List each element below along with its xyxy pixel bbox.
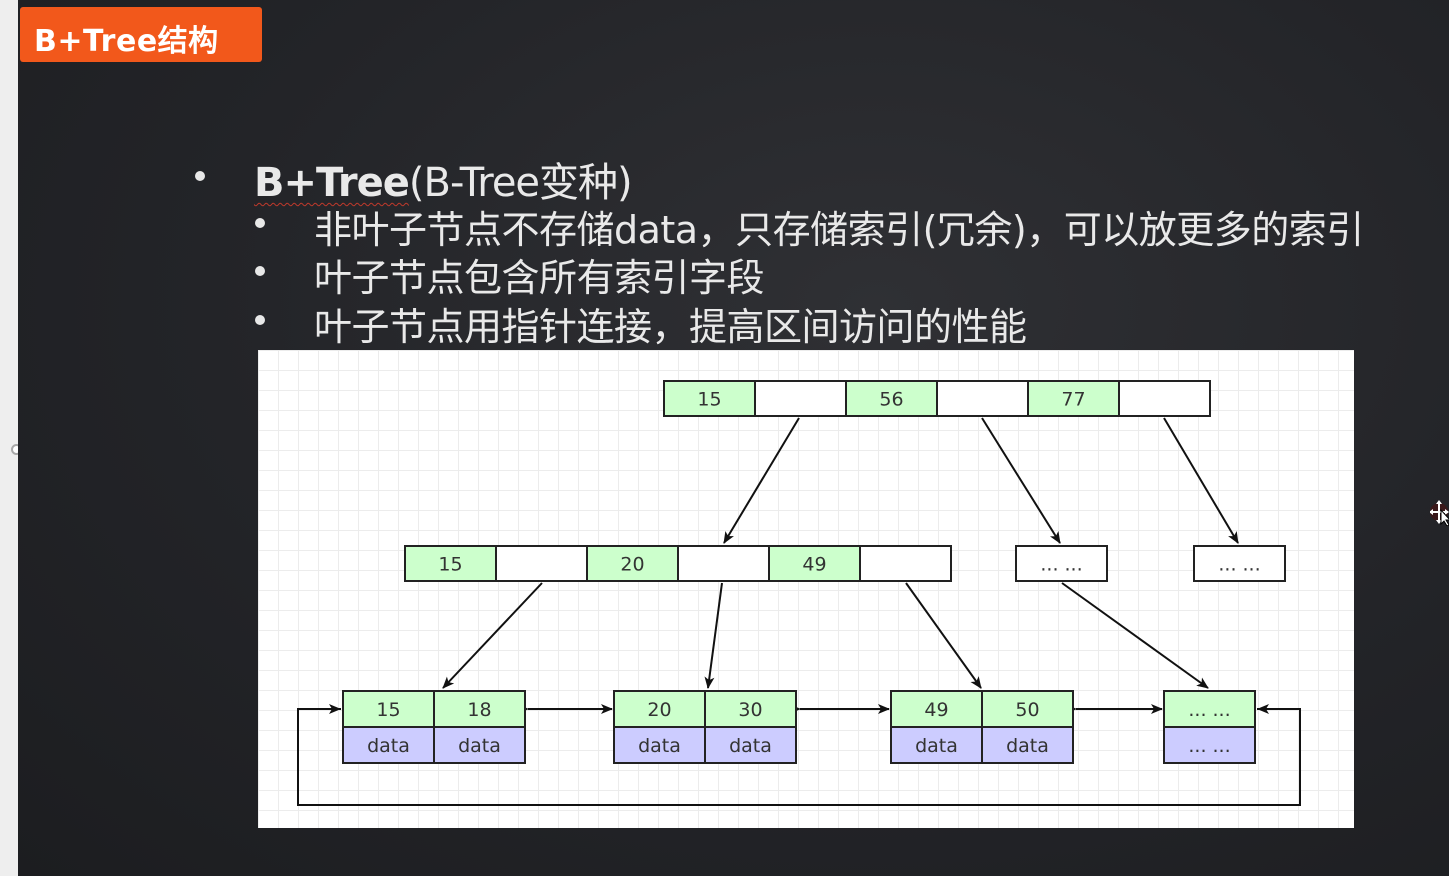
leaf-placeholder-data-cell-text: ... ...	[1188, 735, 1230, 757]
edge-level2-to-leaf	[704, 582, 723, 689]
level2-pointer-cell	[677, 545, 770, 582]
root-key-cell: 15	[663, 380, 756, 417]
bullet-item: 非叶子节点不存储data，只存储索引(冗余)，可以放更多的索引	[314, 208, 1364, 252]
leaf-data-cell-text: data	[729, 735, 772, 757]
leaf-data-cell-text: data	[458, 735, 501, 757]
root-key-cell-text: 56	[879, 389, 903, 411]
level2-placeholder-node-text: ... ...	[1218, 554, 1260, 576]
leaf-key-cell: 18	[433, 690, 526, 728]
leaf-key-cell-text: 49	[924, 699, 948, 721]
leaf-data-cell: data	[433, 726, 526, 764]
leaf-key-cell-text: 30	[738, 699, 762, 721]
leaf-key-cell: 49	[890, 690, 983, 728]
level2-key-cell-text: 20	[620, 554, 644, 576]
leaf-placeholder-data-cell: ... ...	[1163, 726, 1256, 764]
tree-nodes: 15 56 77 15 20 49 ... ... ... ... 15 18 data data 20…	[342, 380, 1286, 764]
root-pointer-cell-box	[936, 380, 1029, 417]
edge-root-to-placeholder	[1163, 417, 1239, 544]
root-key-cell-text: 15	[697, 389, 721, 411]
leaf-key-cell-text: 20	[647, 699, 671, 721]
level2-key-cell-text: 49	[802, 554, 826, 576]
level2-pointer-cell-box	[859, 545, 952, 582]
leaf-key-cell: 30	[704, 690, 797, 728]
bullet-dot	[255, 315, 265, 325]
root-key-cell: 77	[1027, 380, 1120, 417]
leaf-data-cell: data	[890, 726, 983, 764]
bullet-item: 叶子节点包含所有索引字段	[314, 256, 765, 300]
level2-key-cell-text: 15	[438, 554, 462, 576]
level2-pointer-cell-box	[495, 545, 588, 582]
diagram-canvas: 15 56 77 15 20 49 ... ... ... ... 15 18 data data 20…	[297, 380, 1301, 806]
level2-pointer-cell	[859, 545, 952, 582]
leaf-data-cell: data	[342, 726, 435, 764]
bplus-tree-diagram: 15 56 77 15 20 49 ... ... ... ... 15 18 data data 20…	[258, 350, 1354, 828]
left-panel-strip	[0, 0, 18, 876]
bullet-dot	[255, 266, 265, 276]
leaf-data-cell: data	[981, 726, 1074, 764]
leaf-data-cell: data	[704, 726, 797, 764]
root-pointer-cell-box	[1118, 380, 1211, 417]
leaf-key-cell-text: 15	[376, 699, 400, 721]
level2-pointer-cell	[495, 545, 588, 582]
leaf-data-cell: data	[613, 726, 706, 764]
leaf-placeholder-key-cell-text: ... ...	[1188, 699, 1230, 721]
slide: B+Tree结构 B+Tree(B-Tree变种) 非叶子节点不存储data，只…	[18, 0, 1449, 876]
level2-placeholder-node-text: ... ...	[1040, 554, 1082, 576]
level2-placeholder-node: ... ...	[1193, 545, 1286, 582]
title-badge: B+Tree结构	[20, 7, 262, 62]
level2-pointer-cell-box	[677, 545, 770, 582]
root-pointer-cell-box	[754, 380, 847, 417]
root-pointer-cell	[936, 380, 1029, 417]
bullet-item: 叶子节点用指针连接，提高区间访问的性能	[314, 305, 1027, 349]
edge-placeholder-to-leaf	[1061, 582, 1209, 689]
leaf-key-cell-text: 18	[467, 699, 491, 721]
root-key-cell-text: 77	[1061, 389, 1085, 411]
move-cursor-icon	[1430, 500, 1449, 526]
leaf-key-cell: 20	[613, 690, 706, 728]
leaf-data-cell-text: data	[638, 735, 681, 757]
root-pointer-cell	[754, 380, 847, 417]
leaf-key-cell: 15	[342, 690, 435, 728]
root-pointer-cell	[1118, 380, 1211, 417]
slide-title: B+Tree结构	[34, 24, 219, 59]
leaf-data-cell-text: data	[367, 735, 410, 757]
level2-key-cell: 49	[768, 545, 861, 582]
edge-root-to-placeholder	[981, 417, 1061, 544]
leaf-data-cell-text: data	[915, 735, 958, 757]
bullet-dot	[195, 171, 205, 181]
level2-placeholder-node: ... ...	[1015, 545, 1108, 582]
leaf-key-cell: 50	[981, 690, 1074, 728]
edge-level2-to-leaf	[905, 582, 982, 689]
edge-root-to-level2	[723, 417, 800, 544]
leaf-key-cell-text: 50	[1015, 699, 1039, 721]
leaf-placeholder-key-cell: ... ...	[1163, 690, 1256, 728]
level2-key-cell: 15	[404, 545, 497, 582]
root-key-cell: 56	[845, 380, 938, 417]
level2-key-cell: 20	[586, 545, 679, 582]
leaf-data-cell-text: data	[1006, 735, 1049, 757]
edge-level2-to-leaf	[442, 582, 543, 689]
bullet-dot	[255, 218, 265, 228]
